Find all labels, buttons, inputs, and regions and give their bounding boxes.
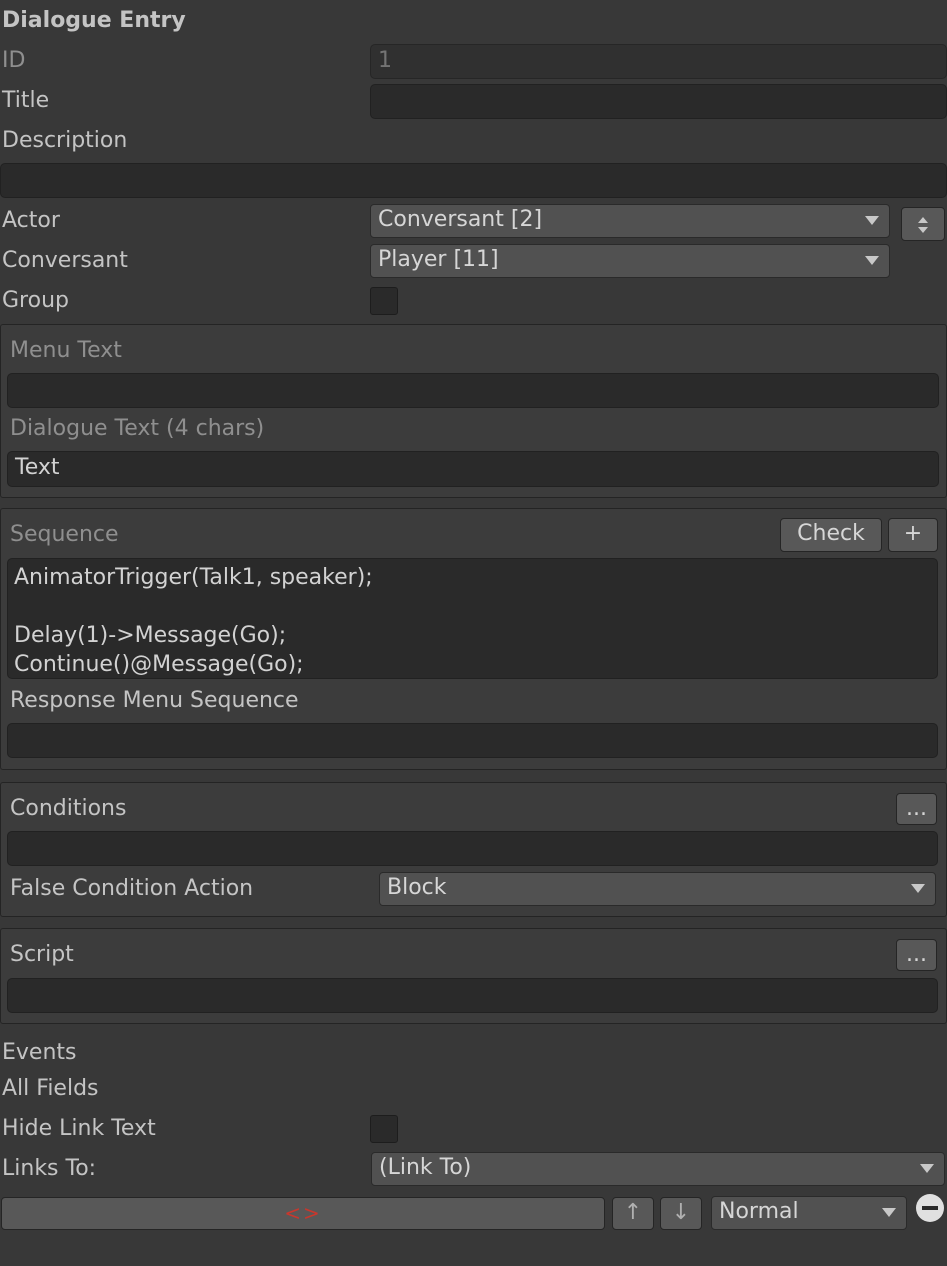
links-to-dropdown[interactable]: (Link To) (371, 1152, 945, 1186)
description-label: Description (2, 128, 128, 153)
response-menu-sequence-field[interactable] (7, 723, 938, 758)
actor-value: Conversant [2] (378, 207, 543, 232)
title-label: Title (2, 88, 50, 113)
false-condition-action-label: False Condition Action (10, 876, 254, 901)
link-priority-value: Normal (719, 1199, 799, 1224)
group-label: Group (2, 288, 69, 313)
id-field: 1 (370, 44, 947, 79)
actor-label: Actor (2, 208, 60, 233)
all-fields-foldout[interactable]: All Fields (2, 1069, 99, 1109)
chevron-down-icon (865, 216, 879, 225)
description-field[interactable] (0, 163, 947, 198)
sequence-textarea[interactable]: AnimatorTrigger(Talk1, speaker); Delay(1… (7, 558, 938, 679)
link-entry-button[interactable]: <> (1, 1197, 605, 1230)
dialogue-text-field[interactable]: Text (7, 451, 939, 487)
title-field[interactable] (370, 84, 947, 119)
menu-text-label: Menu Text (10, 338, 122, 363)
sequence-label: Sequence (10, 522, 119, 547)
script-field[interactable] (7, 978, 938, 1013)
section-title: Dialogue Entry (2, 8, 186, 33)
hide-link-text-label: Hide Link Text (2, 1116, 156, 1141)
script-wizard-button[interactable]: ... (896, 939, 937, 971)
dialogue-text-label: Dialogue Text (4 chars) (10, 416, 265, 441)
conversant-value: Player [11] (378, 247, 499, 272)
script-label: Script (10, 942, 74, 967)
minus-icon (922, 1206, 938, 1210)
link-priority-dropdown[interactable]: Normal (711, 1196, 907, 1230)
hide-link-text-checkbox[interactable] (370, 1115, 398, 1143)
id-label: ID (2, 48, 26, 73)
events-foldout[interactable]: Events (2, 1033, 77, 1073)
response-menu-sequence-label: Response Menu Sequence (10, 688, 299, 713)
chevron-down-icon (911, 884, 925, 893)
false-condition-action-value: Block (387, 875, 447, 900)
conversant-label: Conversant (2, 248, 128, 273)
conditions-label: Conditions (10, 796, 127, 821)
conditions-wizard-button[interactable]: ... (896, 793, 937, 825)
remove-link-button[interactable] (916, 1194, 944, 1222)
chevron-down-icon (920, 1164, 934, 1173)
actor-dropdown[interactable]: Conversant [2] (370, 204, 890, 238)
links-to-value: (Link To) (379, 1155, 472, 1180)
chevron-down-icon (865, 256, 879, 265)
add-sequence-button[interactable]: + (888, 518, 938, 552)
menu-text-field[interactable] (7, 373, 939, 408)
move-link-up-button[interactable]: ↑ (612, 1197, 654, 1230)
group-checkbox[interactable] (370, 287, 398, 315)
move-link-down-button[interactable]: ↓ (660, 1197, 702, 1230)
false-condition-action-dropdown[interactable]: Block (379, 872, 936, 906)
swap-actor-button[interactable] (901, 207, 945, 241)
chevron-down-icon (882, 1208, 896, 1217)
check-button[interactable]: Check (780, 518, 882, 552)
conditions-field[interactable] (7, 831, 938, 866)
conversant-dropdown[interactable]: Player [11] (370, 244, 890, 278)
sort-arrows-icon (918, 217, 928, 233)
links-to-label: Links To: (2, 1156, 97, 1181)
